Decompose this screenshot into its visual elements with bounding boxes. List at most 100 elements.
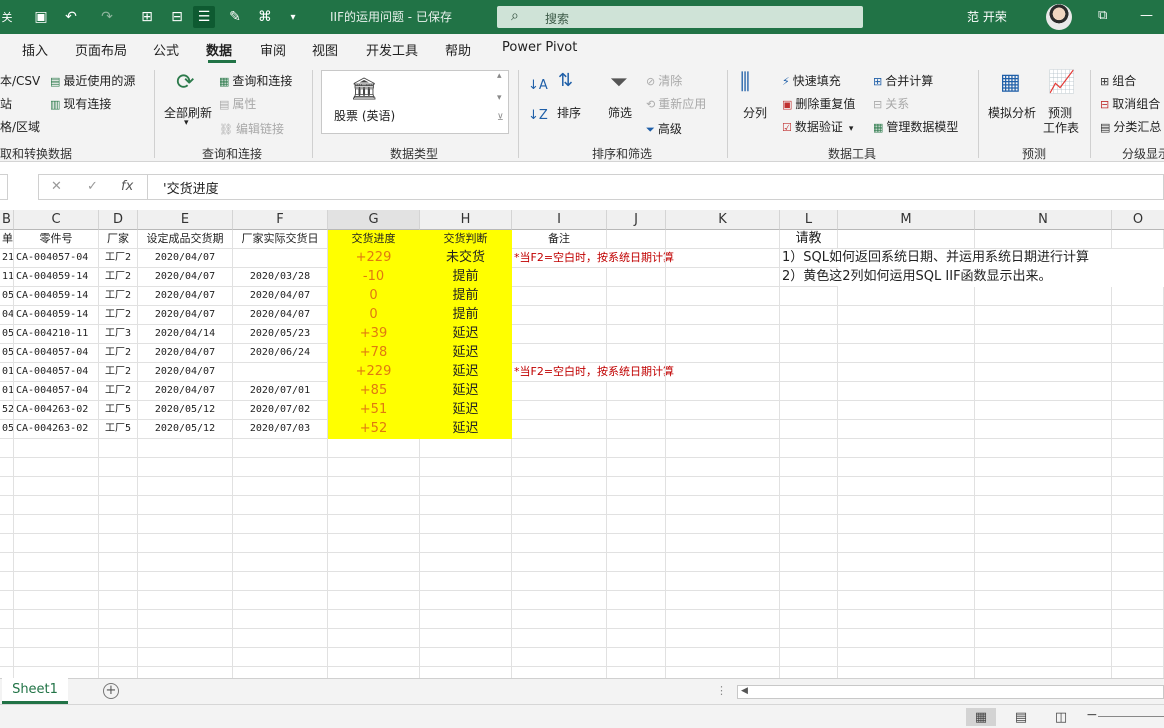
cell[interactable] — [328, 515, 420, 534]
actual-date-cell[interactable]: 2020/05/23 — [233, 325, 328, 344]
cell[interactable] — [14, 553, 99, 572]
actual-date-cell[interactable]: 2020/07/03 — [233, 420, 328, 439]
judgment-cell[interactable]: 延迟 — [420, 344, 512, 363]
order-cell[interactable]: 01 — [0, 363, 14, 382]
cell[interactable] — [328, 496, 420, 515]
cell[interactable] — [1112, 382, 1164, 401]
cell[interactable] — [780, 496, 838, 515]
part-no-cell[interactable]: CA-004059-14 — [14, 306, 99, 325]
order-cell[interactable]: 04 — [0, 306, 14, 325]
brush-icon[interactable]: ✎ — [224, 6, 246, 28]
text-to-columns-button[interactable]: 分列 — [743, 104, 767, 121]
cell[interactable] — [838, 534, 975, 553]
cell[interactable] — [666, 325, 780, 344]
cell[interactable] — [666, 648, 780, 667]
progress-cell[interactable]: -10 — [328, 268, 420, 287]
cell[interactable] — [1112, 496, 1164, 515]
enter-icon[interactable]: ✓ — [87, 179, 98, 194]
clear-filter-button[interactable]: ⊘ 清除 — [646, 72, 682, 89]
cell[interactable] — [233, 572, 328, 591]
cell[interactable] — [233, 667, 328, 678]
cell[interactable] — [1112, 287, 1164, 306]
cell[interactable] — [99, 496, 138, 515]
ungroup-button[interactable]: ⊟ 取消组合 — [1100, 95, 1160, 112]
cell[interactable] — [99, 439, 138, 458]
cell[interactable] — [14, 572, 99, 591]
cell[interactable] — [1112, 458, 1164, 477]
cell[interactable] — [0, 648, 14, 667]
cell[interactable] — [420, 648, 512, 667]
column-header-b[interactable]: B — [0, 210, 14, 230]
redo-icon[interactable]: ↷ — [96, 6, 118, 28]
cell[interactable] — [975, 667, 1112, 678]
from-web-button[interactable]: 站 — [0, 95, 12, 112]
cell[interactable] — [838, 477, 975, 496]
cell[interactable] — [512, 610, 607, 629]
cell[interactable] — [607, 648, 666, 667]
name-box[interactable] — [0, 174, 8, 200]
cell[interactable] — [99, 629, 138, 648]
cell[interactable] — [780, 306, 838, 325]
cell[interactable] — [1112, 325, 1164, 344]
cell[interactable] — [666, 249, 780, 268]
cell[interactable] — [666, 439, 780, 458]
cell[interactable] — [975, 515, 1112, 534]
cell[interactable] — [607, 572, 666, 591]
cell[interactable] — [975, 230, 1112, 249]
cell[interactable] — [233, 591, 328, 610]
remark-cell[interactable] — [512, 325, 607, 344]
judgment-cell[interactable]: 延迟 — [420, 382, 512, 401]
user-name[interactable]: 范 开荣 — [967, 8, 1007, 25]
cell[interactable] — [607, 287, 666, 306]
due-date-cell[interactable]: 2020/05/12 — [138, 420, 233, 439]
cell[interactable] — [420, 591, 512, 610]
cell[interactable] — [138, 629, 233, 648]
part-no-cell[interactable]: CA-004263-02 — [14, 401, 99, 420]
cell[interactable] — [99, 648, 138, 667]
sort-za-icon[interactable]: ↓Z — [528, 108, 548, 123]
user-avatar[interactable] — [1046, 4, 1072, 30]
actual-date-cell[interactable] — [233, 249, 328, 268]
cell[interactable] — [838, 648, 975, 667]
cell[interactable] — [780, 572, 838, 591]
refresh-all-dropdown-icon[interactable]: ▾ — [184, 118, 189, 128]
cell[interactable] — [420, 496, 512, 515]
manage-data-model-button[interactable]: ▦ 管理数据模型 — [873, 118, 958, 135]
judgment-cell[interactable]: 延迟 — [420, 420, 512, 439]
remark-cell[interactable]: *当F2=空白时，按系统日期计算 — [512, 363, 674, 382]
cell[interactable] — [99, 667, 138, 678]
edit-links-button[interactable]: ⛓ 编辑链接 — [219, 120, 284, 137]
flash-fill-button[interactable]: ⚡ 快速填充 — [782, 72, 841, 89]
cell[interactable] — [512, 553, 607, 572]
cell[interactable] — [14, 496, 99, 515]
column-header-d[interactable]: D — [99, 210, 138, 230]
cell[interactable] — [14, 629, 99, 648]
cell[interactable] — [0, 515, 14, 534]
shapes-icon[interactable]: ⌘ — [254, 6, 276, 28]
cell[interactable] — [666, 287, 780, 306]
cell[interactable] — [666, 667, 780, 678]
cell[interactable] — [975, 496, 1112, 515]
cell[interactable] — [233, 610, 328, 629]
column-header-f[interactable]: F — [233, 210, 328, 230]
cell[interactable] — [666, 477, 780, 496]
ribbon-display-icon[interactable]: ⧉ — [1098, 8, 1107, 23]
vendor-cell[interactable]: 工厂5 — [99, 401, 138, 420]
column-header-o[interactable]: O — [1112, 210, 1164, 230]
cell[interactable] — [99, 610, 138, 629]
cell[interactable] — [975, 420, 1112, 439]
cell[interactable] — [1112, 401, 1164, 420]
cell[interactable] — [780, 344, 838, 363]
cell[interactable] — [0, 572, 14, 591]
cell[interactable] — [1112, 629, 1164, 648]
cell[interactable] — [0, 610, 14, 629]
customize-qat-icon[interactable]: ▾ — [282, 6, 304, 28]
data-validation-dropdown-icon[interactable]: ▾ — [849, 124, 854, 134]
worksheet-grid[interactable]: B C D E F G H I J K L M N O 单 零件号 厂家 设定成… — [0, 210, 1164, 678]
cell[interactable] — [1112, 439, 1164, 458]
cell[interactable] — [14, 439, 99, 458]
column-header-m[interactable]: M — [838, 210, 975, 230]
cell[interactable] — [607, 382, 666, 401]
cell[interactable] — [233, 477, 328, 496]
cell[interactable] — [233, 515, 328, 534]
